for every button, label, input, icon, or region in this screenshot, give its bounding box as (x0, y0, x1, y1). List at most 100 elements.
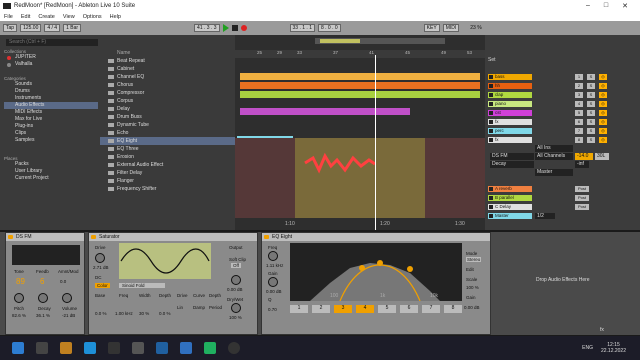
list-item[interactable]: Cabinet (100, 65, 235, 73)
drive-knob[interactable] (95, 253, 105, 263)
windows-start-icon[interactable] (12, 342, 24, 354)
list-item[interactable]: Filter Delay (100, 169, 235, 177)
minimize-icon[interactable]: – (586, 2, 590, 10)
category-sounds[interactable]: Sounds (4, 81, 98, 88)
tone-value[interactable]: 89 (16, 277, 25, 286)
search-input[interactable]: Search (Ctrl + F) (6, 39, 98, 46)
place-user-library[interactable]: User Library (4, 168, 98, 175)
menu-options[interactable]: Options (83, 14, 102, 20)
list-item[interactable]: Corpus (100, 97, 235, 105)
track-lane-hh[interactable] (235, 82, 485, 90)
mixer-track-bass[interactable]: bass 1 S ◎ (485, 73, 640, 81)
collection-valhalla[interactable]: Valhalla (4, 61, 98, 68)
output-select[interactable]: Master (535, 169, 573, 176)
solo-button[interactable]: S (587, 119, 595, 125)
obs-icon[interactable] (228, 342, 240, 354)
drywet-value[interactable]: 100 % (229, 315, 242, 320)
list-item[interactable]: Chorus (100, 81, 235, 89)
solo-button[interactable]: S (587, 101, 595, 107)
drive-value[interactable]: 2.71 dB (93, 265, 109, 270)
arm-button[interactable]: ◎ (599, 92, 607, 98)
amnt-value[interactable]: 0.0 (60, 279, 66, 284)
arm-button[interactable]: ◎ (599, 137, 607, 143)
eq-freq-knob[interactable] (268, 251, 278, 261)
menu-edit[interactable]: Edit (21, 14, 30, 20)
key-map-button[interactable]: KEY (423, 24, 440, 32)
curve-type-select[interactable]: Sinoid Fold (119, 283, 165, 288)
category-audio-effects[interactable]: Audio Effects (4, 102, 98, 109)
drop-zone-hint[interactable]: Drop Audio Effects Here (536, 277, 590, 283)
list-item[interactable]: Channel EQ (100, 73, 235, 81)
ableton-live-icon[interactable] (132, 342, 144, 354)
drywet-knob[interactable] (231, 303, 241, 313)
decay-knob[interactable] (38, 293, 48, 303)
arm-button[interactable]: ◎ (599, 128, 607, 134)
category-plug-ins[interactable]: Plug-ins (4, 123, 98, 130)
category-instruments[interactable]: Instruments (4, 95, 98, 102)
return-track-b[interactable]: B parallel Post (485, 194, 640, 202)
category-samples[interactable]: Samples (4, 137, 98, 144)
menu-view[interactable]: View (63, 14, 75, 20)
track-lane-clap[interactable] (235, 91, 485, 99)
automation-lane[interactable] (235, 138, 485, 218)
volume-value[interactable]: -21 dB (62, 313, 75, 318)
game-app-icon[interactable] (204, 342, 216, 354)
pan-field[interactable]: 30L (595, 153, 609, 160)
midi-from-select[interactable]: DS FM (490, 153, 534, 160)
name-column-header[interactable]: Name (100, 49, 235, 57)
list-item[interactable]: Echo (100, 129, 235, 137)
place-current-project[interactable]: Current Project (4, 175, 98, 182)
pitch-knob[interactable] (14, 293, 24, 303)
arrangement-position[interactable]: 41 . 3 . 3 (194, 24, 220, 32)
color-toggle[interactable]: Color (95, 283, 110, 288)
solo-button[interactable]: S (587, 110, 595, 116)
arm-button[interactable]: ◎ (599, 110, 607, 116)
solo-button[interactable]: S (587, 137, 595, 143)
list-item[interactable]: Frequency Shifter (100, 185, 235, 193)
arm-button[interactable]: ◎ (599, 119, 607, 125)
band-5-button[interactable]: 5 (378, 305, 396, 313)
menu-help[interactable]: Help (110, 14, 121, 20)
band-7-button[interactable]: 7 (422, 305, 440, 313)
device-saturator[interactable]: Saturator Drive 2.71 dB DC Color Sinoid … (88, 232, 258, 335)
solo-button[interactable]: S (587, 74, 595, 80)
arm-button[interactable]: ◎ (599, 74, 607, 80)
depth-value[interactable]: 0.0 % (159, 311, 171, 316)
tap-button[interactable]: Tap (3, 24, 18, 32)
width-value[interactable]: 30 % (139, 311, 149, 316)
master-track[interactable]: Master 1/2 (485, 212, 640, 220)
solo-button[interactable]: S (587, 128, 595, 134)
eq-spectrum-display[interactable]: 100 1k 10k (290, 243, 462, 302)
search-icon[interactable] (36, 342, 48, 354)
list-item[interactable]: Compressor (100, 89, 235, 97)
device-eq-eight[interactable]: EQ Eight Freq 1.11 kHz Gain 0.00 dB Q 0.… (261, 232, 491, 335)
eq-gain-knob[interactable] (268, 277, 278, 287)
category-drums[interactable]: Drums (4, 88, 98, 95)
time-signature[interactable]: 4 / 4 (44, 24, 61, 32)
scale-value[interactable]: 100 % (466, 285, 479, 290)
loop-length[interactable]: 8 . 0 . 0 (317, 24, 341, 32)
list-item[interactable]: Delay (100, 105, 235, 113)
system-clock[interactable]: 12:15 22.12.2022 (601, 342, 626, 354)
collection-jupiter[interactable]: JUPITER (4, 54, 98, 61)
arm-button[interactable]: ◎ (599, 101, 607, 107)
category-clips[interactable]: Clips (4, 130, 98, 137)
band-3-button[interactable]: 3 (334, 305, 352, 313)
eq-freq-value[interactable]: 1.11 kHz (266, 263, 283, 268)
quantize-menu[interactable]: 1 Bar (63, 24, 82, 32)
beat-ruler[interactable]: 25 29 33 37 41 45 49 53 (235, 50, 485, 58)
maximize-icon[interactable]: □ (604, 2, 608, 10)
language-indicator[interactable]: ENG (582, 345, 593, 351)
list-item[interactable]: Drum Buss (100, 113, 235, 121)
close-icon[interactable]: ✕ (622, 2, 628, 10)
track-lane-cst[interactable] (235, 108, 485, 116)
list-item-selected[interactable]: EQ Eight (100, 137, 235, 145)
band-1-button[interactable]: 1 (290, 305, 308, 313)
eq-q-value[interactable]: 0.70 (268, 307, 277, 312)
clip[interactable] (240, 82, 480, 89)
list-item[interactable]: Beat Repeat (100, 57, 235, 65)
output-gain-value[interactable]: 0.00 dB (464, 305, 480, 310)
mixer-track-fx[interactable]: fx 6 S ◎ (485, 118, 640, 126)
output-value[interactable]: 0.00 dB (227, 287, 243, 292)
solo-button[interactable]: S (587, 83, 595, 89)
